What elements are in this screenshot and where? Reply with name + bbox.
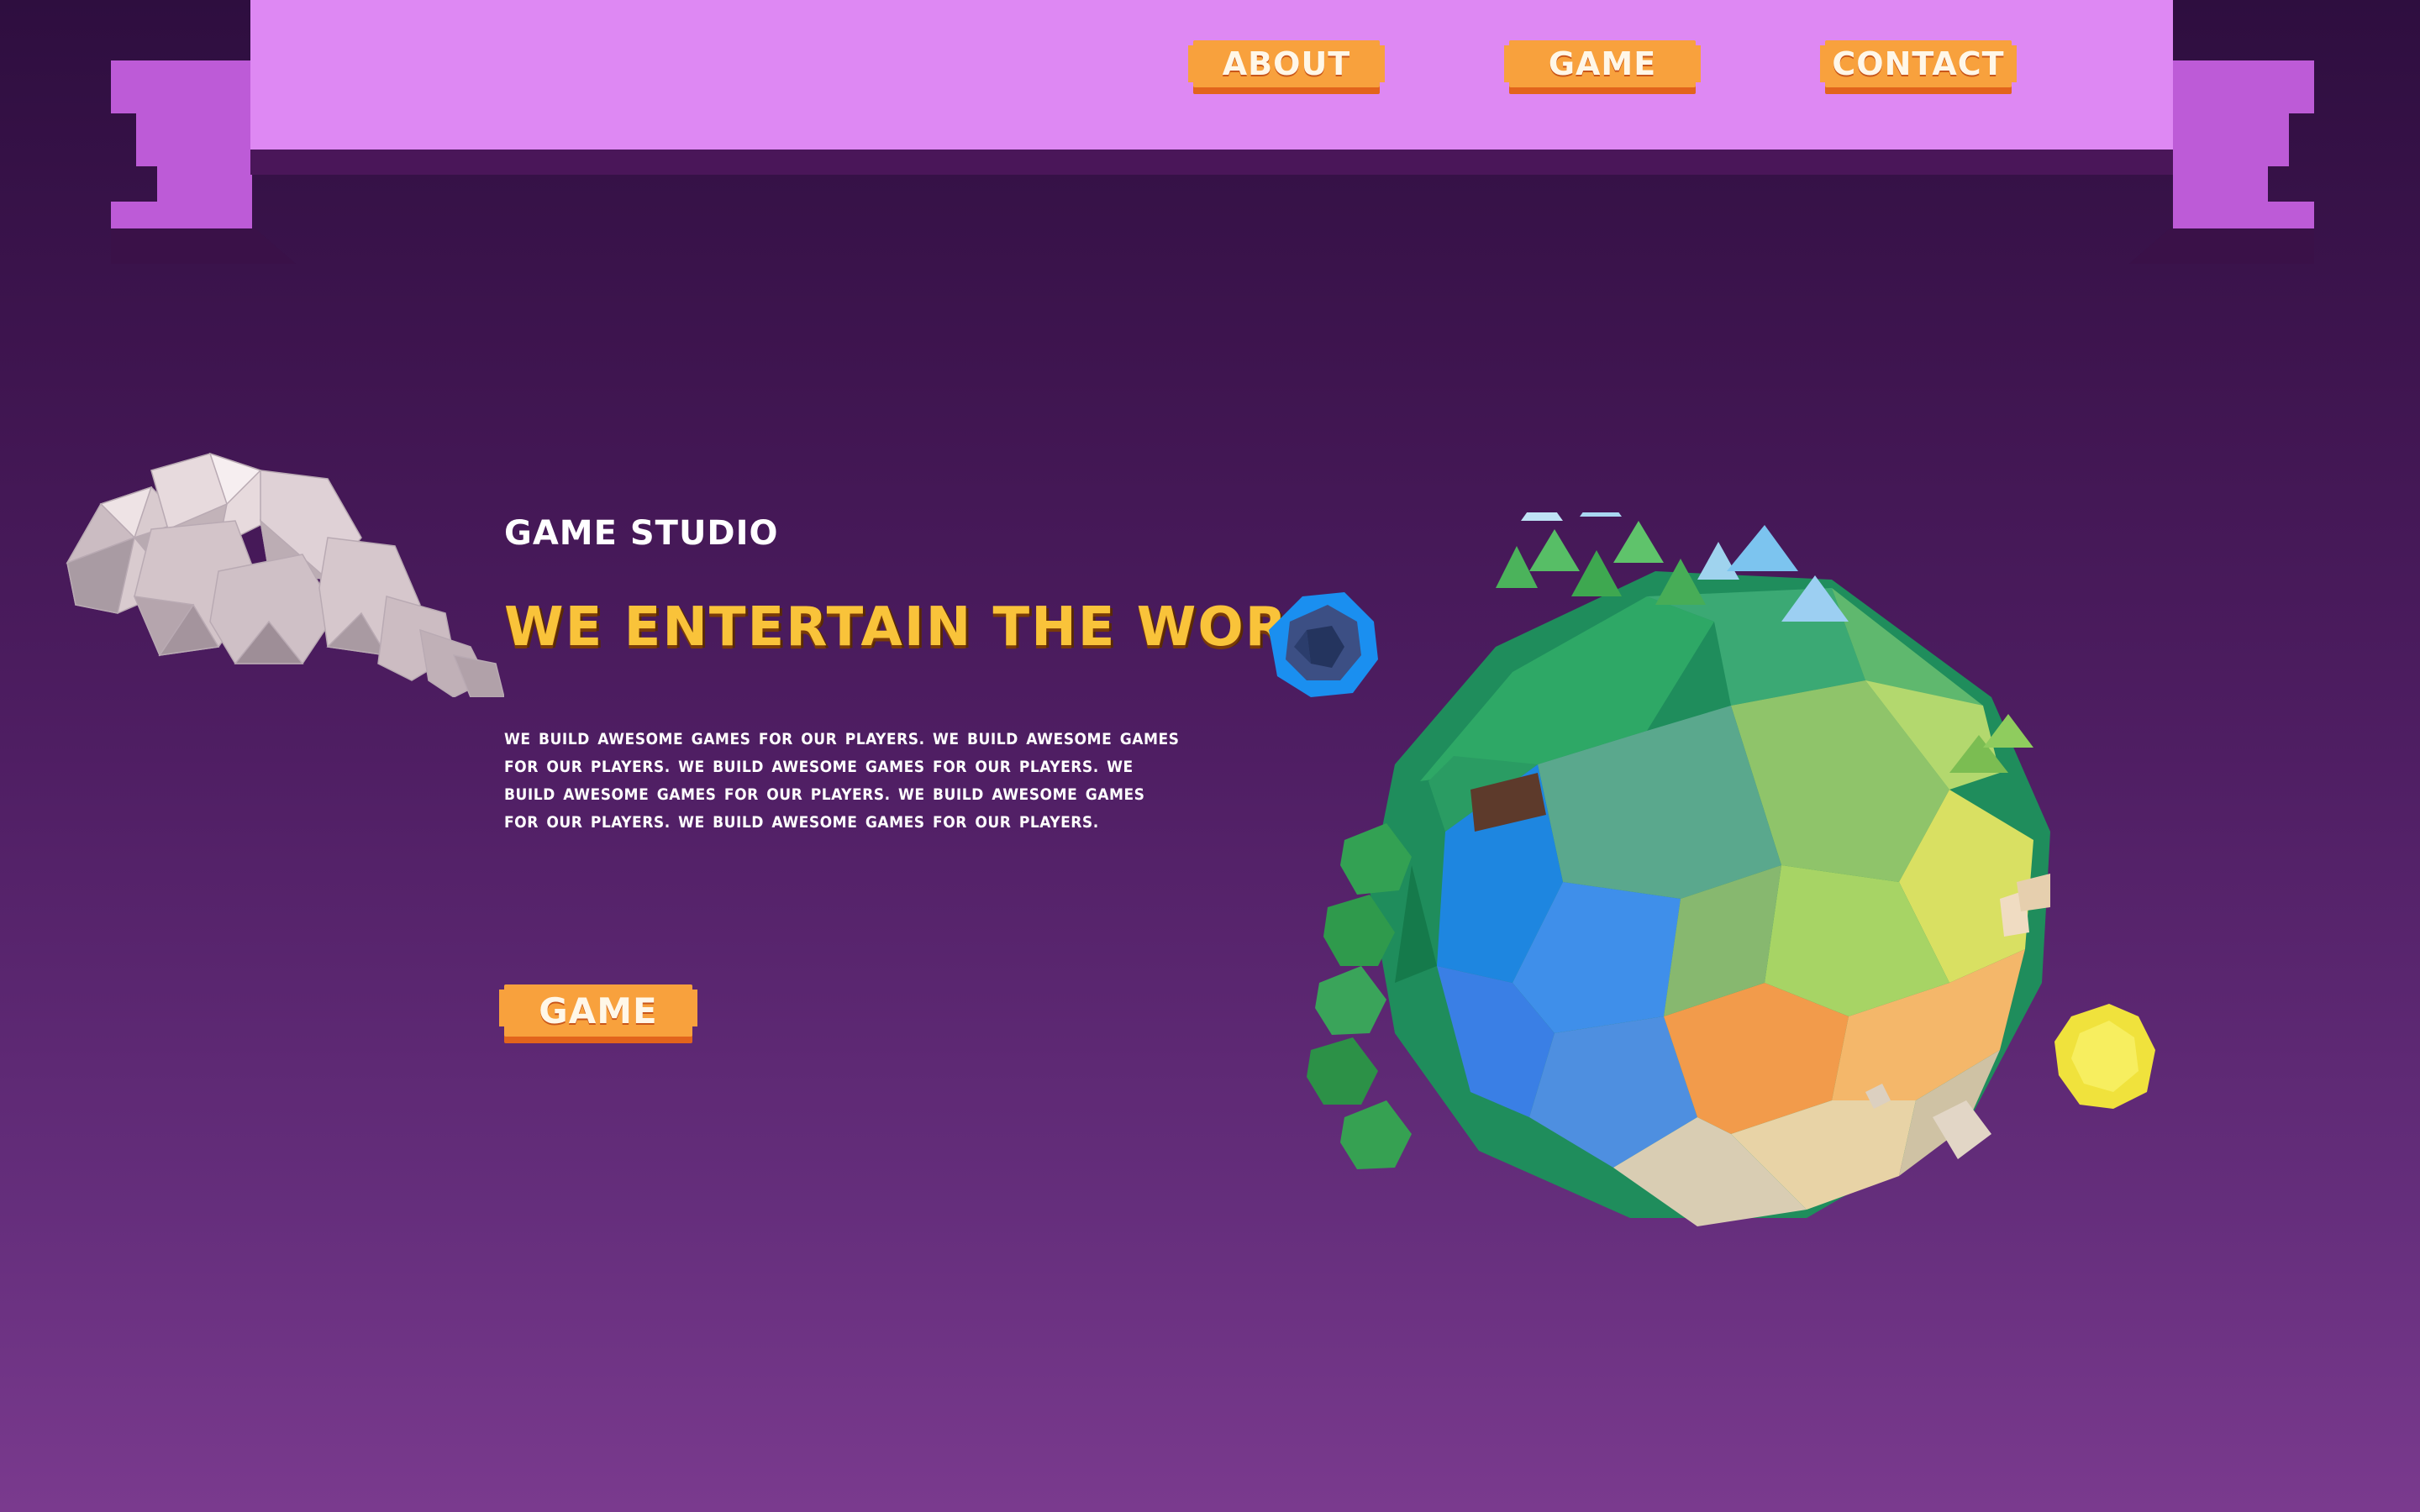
hero-headline: WE ENTERTAIN THE WORLD <box>504 596 1370 659</box>
yellow-sun-illustration <box>2054 1004 2155 1109</box>
hero-game-button[interactable]: GAME <box>499 984 697 1037</box>
nav-about-button[interactable]: ABOUT <box>1188 40 1385 87</box>
lowpoly-cloud-illustration <box>66 452 504 697</box>
nav-contact-button[interactable]: CONTACT <box>1820 40 2017 87</box>
hero-description: WE BUILD AWESOME GAMES FOR OUR PLAYERS. … <box>504 730 1180 832</box>
hero-eyebrow: GAME STUDIO <box>504 514 779 553</box>
header-banner-shadow <box>250 150 2173 173</box>
main-nav: ABOUT GAME CONTACT <box>0 40 2420 104</box>
lowpoly-planet-illustration <box>1269 512 2155 1226</box>
blue-moon-illustration <box>1269 592 1378 697</box>
nav-game-button[interactable]: GAME <box>1504 40 1701 87</box>
